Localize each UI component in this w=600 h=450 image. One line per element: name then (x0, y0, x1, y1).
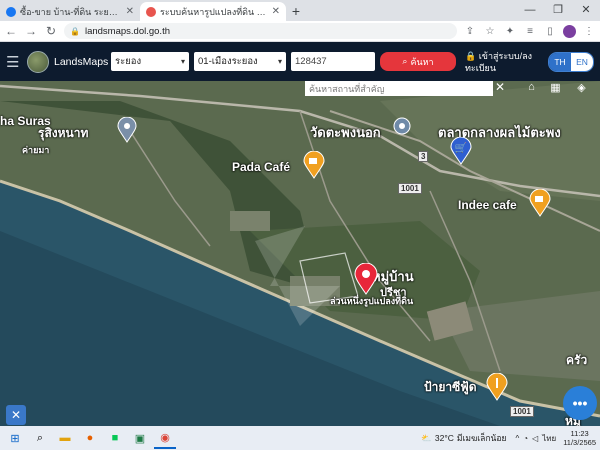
sidebar-icon[interactable]: ▯ (543, 26, 557, 37)
search-button-label: ค้นหา (410, 56, 434, 67)
browser-toolbar: ← → ↻ 🔒 landsmaps.dol.go.th ⇪ ☆ ✦ ≡ ▯ ⋮ (0, 21, 600, 42)
province-value: ระยอง (115, 56, 142, 67)
district-value: 01-เมืองระยอง (198, 56, 258, 67)
temperature: 32°C (434, 433, 454, 443)
reload-icon[interactable]: ↻ (44, 24, 58, 38)
lock-icon: 🔒 (70, 26, 80, 36)
map-label: ล่วนหนึ่งรูปแปลงที่ดิน (330, 296, 414, 306)
map-view[interactable]: ค้นหาสถานที่สำคัญ ✕ ⌂ ▦ ◈ ha Suras รุสิง… (0, 81, 600, 426)
map-label: รุสิงหนาท (38, 126, 89, 140)
road-sign: 3 (418, 151, 429, 162)
extensions-icon[interactable]: ✦ (503, 26, 517, 37)
parcel-number-input[interactable]: 128437 (291, 52, 375, 71)
lang-th-button[interactable]: TH (549, 52, 571, 71)
date: 11/3/2565 (563, 438, 596, 447)
wifi-icon[interactable]: ◔ (523, 434, 528, 443)
search-icon[interactable]: ⌕ (29, 427, 51, 449)
maximize-icon[interactable]: ❐ (544, 0, 572, 21)
gear-icon[interactable] (393, 117, 411, 135)
cafe-icon[interactable] (303, 151, 325, 179)
hamburger-menu-icon[interactable]: ☰ (6, 53, 22, 71)
close-icon[interactable]: ✕ (272, 6, 280, 17)
line-icon[interactable]: ■ (104, 427, 126, 449)
map-label: ครัว (566, 353, 588, 367)
system-tray: ^ ◔ ◁ ไทย (515, 432, 556, 445)
windows-icon[interactable]: ⊞ (4, 427, 26, 449)
volume-icon[interactable]: ◁ (532, 434, 538, 443)
chat-button[interactable]: ••• (563, 386, 597, 420)
weather-text: มีเมฆเล็กน้อย (456, 433, 507, 443)
tab-label: ซื้อ-ขาย บ้าน-ที่ดิน ระยอง | Facebook (20, 6, 122, 17)
shopping-cart-icon[interactable]: 🛒 (450, 137, 472, 165)
map-label: Pada Café (232, 160, 291, 174)
district-select[interactable]: 01-เมืองระยอง ▾ (194, 52, 286, 71)
firefox-icon[interactable]: ● (79, 427, 101, 449)
profile-avatar[interactable] (563, 24, 576, 38)
language-indicator[interactable]: ไทย (542, 432, 556, 445)
weather-widget[interactable]: ⛅ 32°C มีเมฆเล็กน้อย (421, 431, 506, 445)
facebook-icon (6, 6, 16, 17)
dol-logo (27, 50, 49, 73)
time: 11:23 (570, 429, 589, 438)
location-pin-icon[interactable] (117, 117, 137, 143)
landmark-search-input[interactable]: ค้นหาสถานที่สำคัญ (305, 81, 493, 96)
selected-parcel-pin-icon[interactable] (354, 263, 378, 295)
map-label: ค่ายมา (22, 145, 50, 155)
chevron-down-icon: ▾ (277, 57, 282, 66)
restaurant-icon[interactable] (486, 373, 508, 401)
forward-icon[interactable]: → (24, 24, 38, 38)
chevron-down-icon: ▾ (180, 57, 185, 66)
new-tab-button[interactable]: + (286, 2, 306, 21)
map-pin-icon (146, 6, 156, 17)
clock[interactable]: 11:23 11/3/2565 (563, 429, 596, 447)
map-label: วัดตะพงนอก (310, 125, 381, 140)
login-link[interactable]: 🔒 เข้าสู่ระบบ/ลงทะเบียน (465, 50, 539, 74)
tab-label: ระบบค้นหารูปแปลงที่ดิน (LandsMaps) (160, 6, 268, 17)
tab-landsmaps[interactable]: ระบบค้นหารูปแปลงที่ดิน (LandsMaps) ✕ (140, 2, 286, 21)
province-select[interactable]: ระยอง ▾ (111, 52, 189, 71)
url-text: landsmaps.dol.go.th (84, 25, 170, 37)
svg-text:🛒: 🛒 (455, 141, 467, 154)
map-label: Indee cafe (458, 198, 517, 212)
address-bar[interactable]: 🔒 landsmaps.dol.go.th (64, 23, 457, 39)
landsmaps-header: ☰ LandsMaps ระยอง ▾ 01-เมืองระยอง ▾ 128437… (0, 42, 600, 81)
cafe-icon[interactable] (529, 189, 551, 217)
bookmark-star-icon[interactable]: ☆ (483, 26, 497, 37)
home-icon[interactable]: ⌂ (523, 81, 540, 96)
cloud-sun-icon: ⛅ (421, 432, 432, 443)
cast-icon[interactable]: ⇪ (463, 26, 477, 37)
road-sign: 1001 (398, 183, 422, 194)
search-icon: ⌕ (402, 56, 408, 66)
close-window-icon[interactable]: ✕ (572, 0, 600, 21)
close-icon[interactable]: ✕ (495, 81, 505, 94)
layers-icon[interactable]: ◈ (573, 81, 590, 96)
reading-list-icon[interactable]: ≡ (523, 26, 537, 37)
file-explorer-icon[interactable]: ▬ (54, 427, 76, 449)
back-icon[interactable]: ← (4, 24, 18, 38)
browser-tab-strip: ซื้อ-ขาย บ้าน-ที่ดิน ระยอง | Facebook ✕ … (0, 0, 600, 21)
app-title: LandsMaps (54, 55, 109, 68)
chrome-icon[interactable]: ◉ (154, 427, 176, 449)
tab-facebook[interactable]: ซื้อ-ขาย บ้าน-ที่ดิน ระยอง | Facebook ✕ (0, 2, 140, 21)
lang-en-button[interactable]: EN (571, 52, 593, 71)
excel-icon[interactable]: ▣ (129, 427, 151, 449)
close-icon[interactable]: ✕ (126, 6, 134, 17)
road-sign: 1001 (510, 406, 534, 417)
search-button[interactable]: ⌕ ค้นหา (380, 52, 456, 71)
grid-icon[interactable]: ▦ (547, 81, 564, 96)
tools-icon[interactable]: ✕ (6, 405, 26, 425)
windows-taskbar: ⊞ ⌕ ▬ ● ■ ▣ ◉ ⛅ 32°C มีเมฆเล็กน้อย ^ ◔ ◁… (0, 426, 600, 450)
lock-icon: 🔒 (465, 50, 479, 61)
minimize-icon[interactable]: — (516, 0, 544, 21)
language-switch[interactable]: TH EN (548, 51, 594, 72)
chevron-up-icon[interactable]: ^ (515, 434, 519, 443)
map-label: ป้ายาซีฟู้ด (424, 380, 477, 394)
menu-dots-icon[interactable]: ⋮ (582, 26, 596, 37)
